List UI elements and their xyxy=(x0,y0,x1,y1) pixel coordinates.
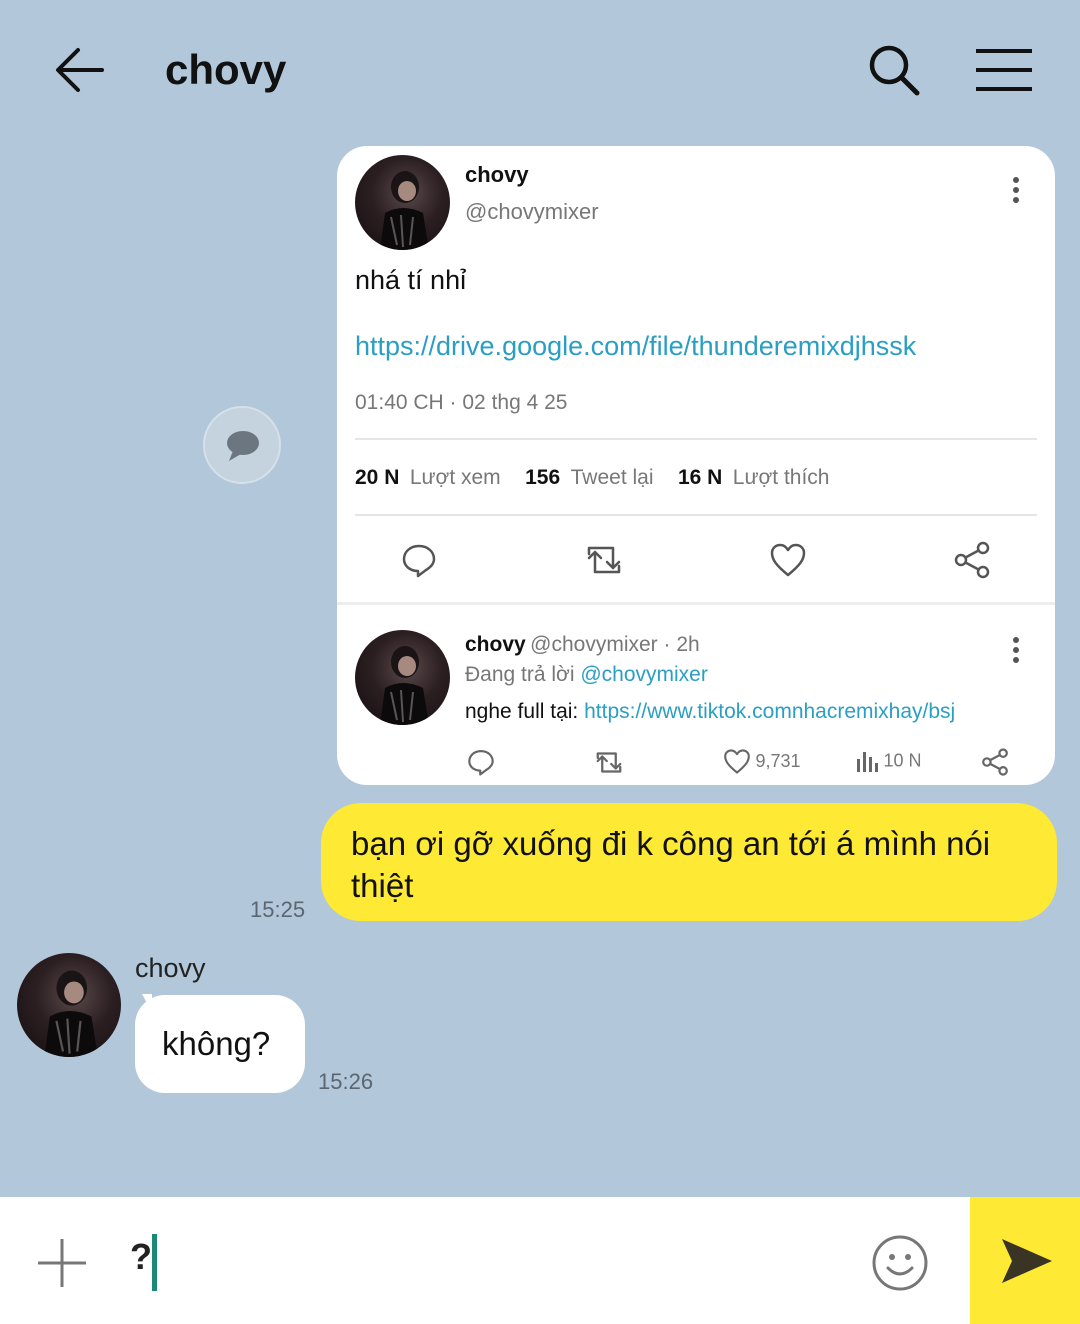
reply-text: nghe full tại: https://www.tiktok.comnha… xyxy=(465,700,955,724)
reply-text-prefix: nghe full tại: xyxy=(465,700,585,723)
views-label: Lượt xem xyxy=(409,466,501,489)
tweet-author-name[interactable]: chovy xyxy=(465,162,529,188)
tweet-author-handle[interactable]: @chovymixer xyxy=(465,199,599,225)
emoji-button[interactable] xyxy=(871,1234,929,1292)
reply-icon xyxy=(468,750,494,776)
outgoing-message-bubble[interactable]: bạn ơi gỡ xuống đi k công an tới á mình … xyxy=(321,803,1057,921)
divider xyxy=(355,514,1037,516)
replying-prefix: Đang trả lời xyxy=(465,663,581,686)
retweet-icon xyxy=(587,546,621,574)
back-arrow-icon xyxy=(56,48,104,92)
send-icon xyxy=(1002,1239,1052,1283)
sender-avatar[interactable] xyxy=(17,953,121,1057)
reply-retweet-action[interactable] xyxy=(593,749,625,781)
reply-author-handle[interactable]: @chovymixer · 2h xyxy=(530,633,700,656)
tweet-card[interactable]: chovy @chovymixer nhá tí nhỉ https://dri… xyxy=(337,146,1055,785)
reply-share-action[interactable] xyxy=(981,748,1009,781)
reply-views[interactable]: 10 N xyxy=(855,749,921,773)
share-icon xyxy=(954,541,990,579)
reply-like-action[interactable]: 9,731 xyxy=(723,748,801,775)
likes-label: Lượt thích xyxy=(732,466,830,489)
views-chart-icon xyxy=(857,752,878,772)
menu-icon xyxy=(976,49,1032,91)
reply-icon xyxy=(402,544,436,578)
send-button[interactable] xyxy=(970,1197,1080,1324)
incoming-message-bubble[interactable]: không? xyxy=(135,995,305,1093)
reply-view-count: 10 N xyxy=(883,750,922,771)
reply-author-name[interactable]: chovy xyxy=(465,633,526,656)
share-icon xyxy=(982,748,1008,776)
smiley-icon xyxy=(872,1235,928,1291)
more-options-icon[interactable] xyxy=(1011,176,1021,209)
tweet-text: nhá tí nhỉ xyxy=(355,265,467,295)
incoming-message-time: 15:26 xyxy=(318,1069,374,1094)
message-input[interactable]: ? xyxy=(130,1236,152,1278)
like-action[interactable] xyxy=(769,542,807,583)
likes-count: 16 N xyxy=(677,466,723,489)
tweet-link[interactable]: https://drive.google.com/file/thunderemi… xyxy=(355,331,916,362)
tweet-stats: 20 N Lượt xem 156 Tweet lại 16 N Lượt th… xyxy=(355,466,829,490)
back-button[interactable] xyxy=(52,44,108,96)
reply-header: chovy @chovymixer · 2h xyxy=(465,633,700,657)
heart-icon xyxy=(770,543,806,577)
divider xyxy=(337,602,1055,605)
chat-title: chovy xyxy=(165,46,287,93)
sender-name: chovy xyxy=(135,953,206,983)
replying-to-handle[interactable]: @chovymixer xyxy=(580,663,708,686)
share-action[interactable] xyxy=(953,541,991,584)
tweet-avatar[interactable] xyxy=(355,155,450,250)
reply-reply-action[interactable] xyxy=(467,748,495,781)
search-button[interactable] xyxy=(866,42,922,98)
replying-to: Đang trả lời @chovymixer xyxy=(465,663,708,687)
outgoing-message-time: 15:25 xyxy=(250,897,306,922)
heart-icon xyxy=(724,749,750,774)
text-caret xyxy=(152,1234,157,1291)
views-count: 20 N xyxy=(355,466,400,489)
reply-action[interactable] xyxy=(401,542,437,583)
retweets-count: 156 xyxy=(525,466,561,489)
attach-button[interactable] xyxy=(36,1237,88,1289)
more-options-icon[interactable] xyxy=(1011,636,1021,669)
retweet-action[interactable] xyxy=(583,542,625,583)
retweet-icon xyxy=(596,752,622,773)
reply-link[interactable]: https://www.tiktok.comnhacremixhay/bsj xyxy=(584,700,955,723)
divider xyxy=(355,438,1037,440)
menu-button[interactable] xyxy=(974,46,1034,94)
tweet-timestamp: 01:40 CH · 02 thg 4 25 xyxy=(355,391,568,414)
plus-icon xyxy=(38,1239,86,1287)
chat-bubble-icon xyxy=(227,431,259,461)
retweets-label: Tweet lại xyxy=(570,466,654,489)
reply-like-count: 9,731 xyxy=(755,751,801,771)
reply-avatar[interactable] xyxy=(355,630,450,725)
share-message-button[interactable] xyxy=(203,406,281,484)
search-icon xyxy=(869,45,920,96)
